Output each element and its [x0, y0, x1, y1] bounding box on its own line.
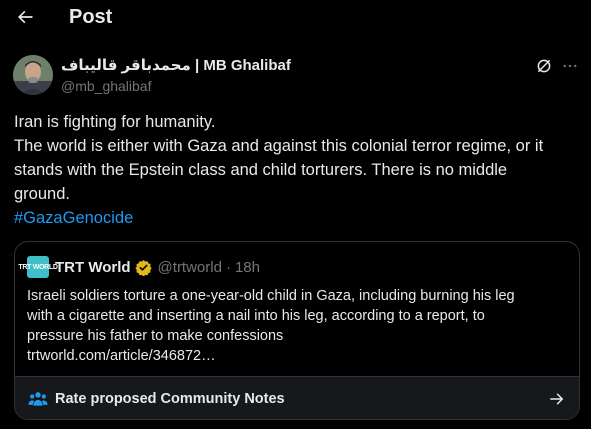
tweet-line: The world is either with Gaza and agains…: [14, 137, 544, 155]
hashtag-link[interactable]: #GazaGenocide: [14, 206, 579, 230]
separator-dot: ·: [225, 258, 231, 276]
grok-button[interactable]: [533, 55, 555, 77]
quoted-author-handle[interactable]: @trtworld: [158, 259, 222, 276]
arrow-left-icon: [18, 10, 33, 24]
tweet-line: stands with the Epstein class and child …: [14, 161, 508, 179]
people-icon: [27, 389, 49, 409]
tweet-line: Iran is fighting for humanity.: [14, 113, 216, 131]
grok-icon: [537, 59, 551, 73]
quote-line: Israeli soldiers torture a one-year-old …: [27, 288, 515, 304]
arrow-right-icon: [547, 389, 567, 409]
quoted-author-name[interactable]: TRT World: [55, 259, 131, 276]
author-handle[interactable]: @mb_ghalibaf: [61, 77, 152, 95]
more-button[interactable]: [559, 55, 581, 77]
back-button[interactable]: [12, 4, 38, 30]
quote-link[interactable]: trtworld.com/article/346872…: [27, 346, 567, 366]
quoted-post[interactable]: TRT WORLD TRT World @trtworld · 18h Isra…: [14, 241, 580, 420]
trt-logo-avatar[interactable]: TRT WORLD: [18, 256, 58, 278]
avatar[interactable]: [13, 55, 53, 95]
community-notes-label: Rate proposed Community Notes: [55, 391, 285, 407]
tweet-text: Iran is fighting for humanity. The world…: [14, 110, 579, 230]
quoted-post-header: TRT WORLD TRT World @trtworld · 18h: [18, 256, 260, 278]
profile-photo: [13, 55, 53, 95]
quoted-post-text: Israeli soldiers torture a one-year-old …: [27, 286, 567, 366]
page-title: Post: [69, 6, 113, 28]
more-dots-icon: [563, 64, 577, 68]
verified-badge-icon: [134, 259, 152, 276]
quoted-post-time[interactable]: 18h: [235, 259, 260, 276]
quote-line: pressure his father to make confessions: [27, 328, 284, 344]
tweet-line: ground.: [14, 185, 70, 203]
community-notes-button[interactable]: Rate proposed Community Notes: [15, 376, 579, 419]
author-name[interactable]: محمدباقر قالیباف | MB Ghalibaf: [61, 57, 291, 75]
top-bar: Post: [0, 0, 591, 34]
quote-line: with a cigarette and inserting a nail in…: [27, 308, 485, 324]
